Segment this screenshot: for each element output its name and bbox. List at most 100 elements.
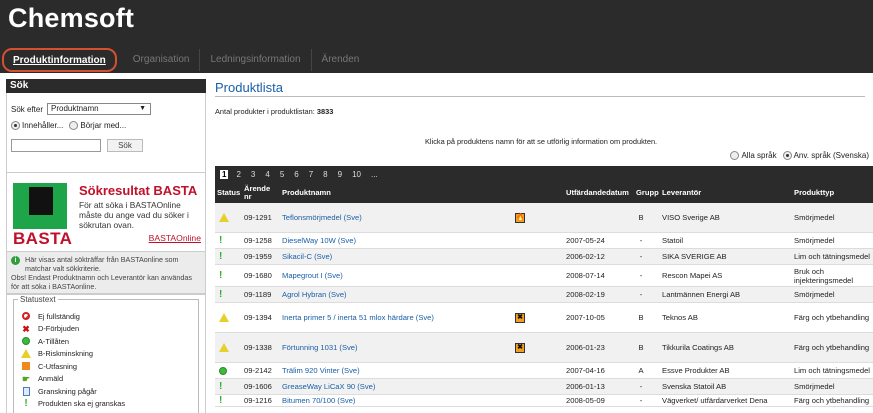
col-status[interactable]: Status (217, 182, 240, 203)
product-count: Antal produkter i produktlistan: 3833 (215, 107, 873, 116)
x-icon: ✖ (22, 323, 30, 334)
basta-text: För att söka i BASTAOnline måste du ange… (79, 200, 189, 230)
legend-item: C-Utfasning (20, 360, 192, 373)
supplier-cell: Vägverket/ utfärdarverket Dena (662, 396, 768, 405)
legend-item: ! Produkten ska ej granskas (20, 398, 192, 411)
date-cell: 2008-07-14 (566, 271, 605, 280)
legend-item: B-Riskminskning (20, 348, 192, 361)
status-cell: ! (219, 379, 222, 394)
harmful-hazard-icon: ✖ (515, 312, 525, 323)
product-table: 09-1291 Teflonsmörjmedel (Sve) 🔥 B VISO Sver… (215, 203, 873, 407)
group-cell: B (638, 343, 644, 352)
radio-starts-with[interactable] (69, 120, 79, 130)
radio-contains[interactable] (11, 120, 20, 130)
exclamation-icon: ! (219, 380, 223, 392)
sidebar: Sök Sök efter Produktnamn ▼ Innehåller..… (6, 79, 206, 413)
dropdown-arrow-icon: ▼ (139, 105, 147, 112)
tab-arenden[interactable]: Ärenden (312, 49, 370, 71)
group-cell: - (639, 396, 643, 405)
exclamation-icon: ! (219, 288, 223, 300)
page-link-8[interactable]: 8 (323, 170, 327, 179)
green-circle-icon (219, 366, 227, 375)
product-name-link[interactable]: GreaseWay LiCaX 90 (Sve) (282, 379, 375, 394)
arende-cell: 09-1680 (244, 271, 272, 280)
table-row: ! 09-1959 Sikacil-C (Sve) 2006-02-12 - SIKA S… (215, 249, 873, 265)
type-cell: Smörjmedel (794, 213, 835, 222)
table-row: ! 09-1606 GreaseWay LiCaX 90 (Sve) 2006-01-… (215, 379, 873, 395)
type-cell: Färg och ytbehandling (794, 313, 870, 322)
forbidden-icon (22, 312, 30, 321)
status-cell (219, 203, 229, 232)
type-cell: Smörjmedel (794, 236, 835, 245)
main-nav: Produktinformation Organisation Lednings… (0, 46, 369, 73)
search-button[interactable]: Sök (107, 138, 143, 152)
page-link-5[interactable]: 5 (280, 170, 284, 179)
product-count-value: 3833 (316, 107, 334, 116)
page-link-7[interactable]: 7 (309, 170, 313, 179)
page-link-more[interactable]: ... (371, 170, 378, 179)
product-name-link[interactable]: DieselWay 10W (Sve) (282, 233, 356, 248)
basta-link[interactable]: BASTAOnline (149, 233, 201, 243)
page-link-2[interactable]: 2 (236, 170, 240, 179)
product-name-link[interactable]: Trälim 920 Vinter (Sve) (282, 363, 360, 378)
search-input[interactable] (11, 138, 101, 152)
page-title: Produktlista (215, 79, 865, 97)
legend-label: C-Utfasning (38, 361, 78, 371)
type-cell: Smörjmedel (794, 290, 835, 299)
product-name-link[interactable]: Förtunning 1031 (Sve) (282, 333, 358, 362)
status-cell: ! (219, 395, 222, 406)
radio-user-language-label: Anv. språk (Svenska) (793, 151, 869, 160)
group-cell: - (639, 236, 643, 245)
supplier-cell: Essve Produkter AB (662, 366, 730, 375)
app-header: Chemsoft Produktinformation Organisation… (0, 0, 873, 73)
radio-starts-with-label: Börjar med... (80, 120, 127, 130)
date-cell: 2008-02-19 (566, 290, 605, 299)
page-link-4[interactable]: 4 (265, 170, 269, 179)
legend-item: Ej fullständig (20, 310, 192, 323)
tab-ledningsinformation[interactable]: Ledningsinformation (200, 48, 312, 71)
group-cell: - (639, 252, 643, 261)
exclamation-icon: ! (24, 397, 28, 409)
supplier-cell: Teknos AB (662, 313, 698, 322)
product-count-label: Antal produkter i produktlistan: (215, 107, 315, 116)
tab-produktinformation[interactable]: Produktinformation (2, 47, 117, 72)
tab-organisation[interactable]: Organisation (123, 48, 201, 71)
search-by-select[interactable]: Produktnamn ▼ (47, 103, 152, 115)
col-leverantor[interactable]: Leverantör (662, 182, 701, 203)
product-name-link[interactable]: Bitumen 70/100 (Sve) (282, 395, 355, 406)
arende-cell: 09-1959 (244, 252, 272, 261)
main-content: Produktlista Antal produkter i produktli… (215, 79, 873, 407)
table-row: 09-1394 Inerta primer 5 / inerta 51 mlox … (215, 303, 873, 333)
search-panel: Sök efter Produktnamn ▼ Innehåller... Bö… (6, 93, 206, 173)
page-link-3[interactable]: 3 (251, 170, 255, 179)
info-text-1: Här visas antal sökträffar från BASTAonl… (25, 255, 179, 273)
product-name-link[interactable]: Inerta primer 5 / inerta 51 mlox härdare… (282, 303, 434, 332)
col-produkttyp[interactable]: Produkttyp (794, 182, 834, 203)
search-heading: Sök (6, 79, 206, 93)
col-produktnamn[interactable]: Produktnamn (282, 182, 331, 203)
col-arende[interactable]: Ärende nr (244, 182, 274, 203)
warning-triangle-icon (219, 313, 229, 322)
product-name-link[interactable]: Agrol Hybran (Sve) (282, 287, 347, 302)
arende-cell: 09-1338 (244, 343, 272, 352)
page-link-6[interactable]: 6 (294, 170, 298, 179)
supplier-cell: VISO Sverige AB (662, 213, 720, 222)
page-link-9[interactable]: 9 (338, 170, 342, 179)
product-name-link[interactable]: Mapegrout I (Sve) (282, 265, 343, 286)
flame-hazard-icon: 🔥 (515, 212, 525, 223)
page-link-10[interactable]: 10 (352, 170, 361, 179)
group-cell: - (639, 290, 643, 299)
date-cell: 2007-05-24 (566, 236, 605, 245)
status-cell: ! (219, 265, 222, 286)
warning-triangle-icon (21, 349, 31, 359)
green-circle-icon (22, 337, 30, 346)
col-grupp[interactable]: Grupp (636, 182, 659, 203)
page-link-1[interactable]: 1 (220, 169, 229, 179)
radio-all-languages[interactable] (730, 151, 740, 160)
product-name-link[interactable]: Teflonsmörjmedel (Sve) (282, 203, 362, 232)
col-utfardandedatum[interactable]: Utfärdandedatum (566, 182, 629, 203)
table-row: 09-2142 Trälim 920 Vinter (Sve) 2007-04-16… (215, 363, 873, 379)
legend-item: A-Tillåten (20, 335, 192, 348)
radio-user-language[interactable] (782, 151, 792, 160)
product-name-link[interactable]: Sikacil-C (Sve) (282, 249, 332, 264)
